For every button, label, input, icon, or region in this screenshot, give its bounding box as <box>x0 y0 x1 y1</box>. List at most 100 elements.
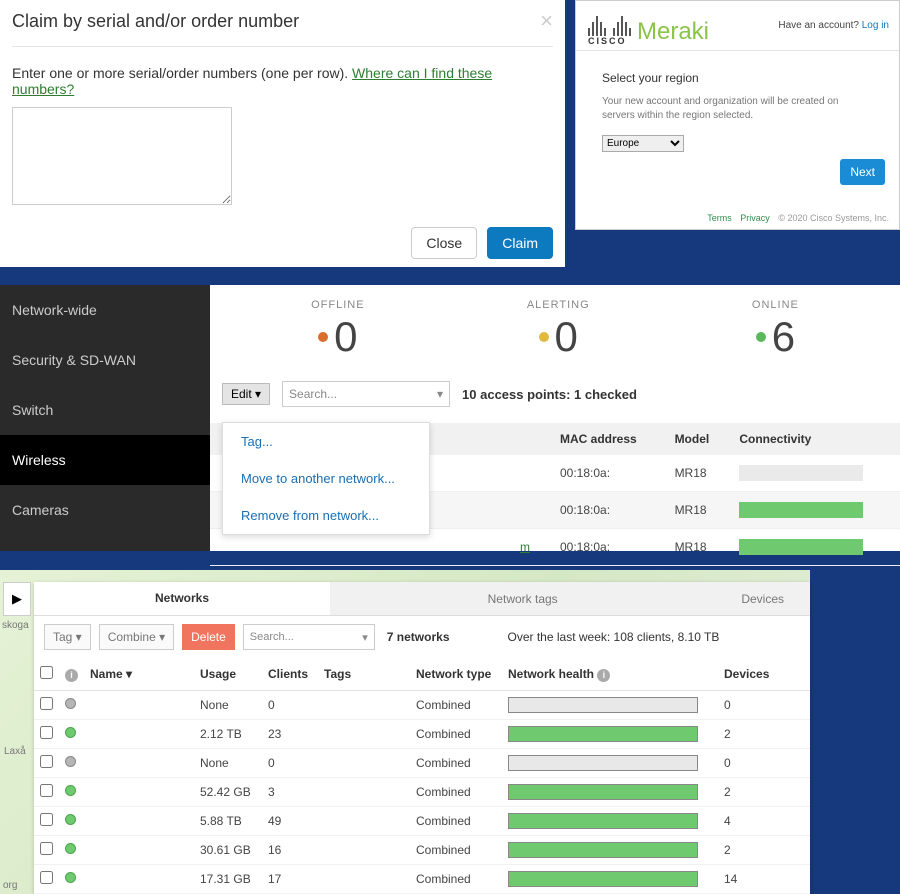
network-row[interactable]: 2.12 TB23Combined2 <box>34 720 810 749</box>
type-header[interactable]: Network type <box>410 658 502 691</box>
modal-prompt-text: Enter one or more serial/order numbers (… <box>12 65 352 81</box>
info-icon[interactable]: i <box>65 669 78 682</box>
health-bar <box>508 813 698 829</box>
row-checkbox[interactable] <box>40 784 53 797</box>
row-checkbox[interactable] <box>40 842 53 855</box>
devices-header[interactable]: Devices <box>718 658 810 691</box>
info-icon[interactable]: i <box>597 669 610 682</box>
online-label: ONLINE <box>752 299 799 311</box>
region-title: Select your region <box>602 71 873 85</box>
devices-cell: 2 <box>718 836 810 865</box>
tab-networks[interactable]: Networks <box>34 582 330 615</box>
network-count: 7 networks <box>387 630 450 644</box>
clients-header[interactable]: Clients <box>262 658 318 691</box>
clients-cell: 0 <box>262 691 318 720</box>
conn-header[interactable]: Connectivity <box>729 423 900 455</box>
select-all-checkbox[interactable] <box>40 666 53 679</box>
health-bar <box>508 842 698 858</box>
tag-button[interactable]: Tag ▾ <box>44 624 91 650</box>
network-row[interactable]: 52.42 GB3Combined2 <box>34 778 810 807</box>
edit-button[interactable]: Edit ▾ <box>222 383 270 405</box>
network-row[interactable]: 5.88 TB49Combined4 <box>34 807 810 836</box>
collapse-button[interactable]: ▶ <box>3 582 31 616</box>
alerting-label: ALERTING <box>527 299 590 311</box>
network-row[interactable]: 17.31 GB17Combined14 <box>34 865 810 894</box>
privacy-link[interactable]: Privacy <box>740 213 770 223</box>
tab-network-tags[interactable]: Network tags <box>330 582 715 615</box>
sidebar-item-cameras[interactable]: Cameras <box>0 485 210 535</box>
health-bar <box>508 726 698 742</box>
usage-header[interactable]: Usage <box>194 658 262 691</box>
mac-cell: 00:18:0a: <box>550 455 665 492</box>
mac-cell: 00:18:0a: <box>550 492 665 529</box>
close-button[interactable]: Close <box>411 227 477 259</box>
clients-cell: 49 <box>262 807 318 836</box>
online-value: 6 <box>772 313 795 361</box>
sidebar-item-switch[interactable]: Switch <box>0 385 210 435</box>
devices-cell: 0 <box>718 749 810 778</box>
row-checkbox[interactable] <box>40 871 53 884</box>
terms-link[interactable]: Terms <box>707 213 732 223</box>
sidebar-item-wireless[interactable]: Wireless <box>0 435 210 485</box>
alerting-dot-icon <box>539 332 549 342</box>
status-dot-icon <box>65 843 76 854</box>
region-panel: CISCO Meraki Have an account? Log in Sel… <box>575 0 900 230</box>
tab-devices[interactable]: Devices <box>715 582 810 615</box>
type-cell: Combined <box>410 836 502 865</box>
online-dot-icon <box>756 332 766 342</box>
tags-header[interactable]: Tags <box>318 658 410 691</box>
region-select[interactable]: Europe <box>602 135 684 152</box>
devices-cell: 2 <box>718 720 810 749</box>
dropdown-item[interactable]: Tag... <box>223 423 429 460</box>
model-cell: MR18 <box>665 492 730 529</box>
row-checkbox[interactable] <box>40 697 53 710</box>
serial-textarea[interactable] <box>12 107 232 205</box>
row-checkbox[interactable] <box>40 813 53 826</box>
name-header[interactable]: Name ▾ <box>84 658 194 691</box>
map-label: skoga <box>2 620 29 631</box>
modal-prompt: Enter one or more serial/order numbers (… <box>12 65 553 97</box>
claim-modal: Claim by serial and/or order number × En… <box>0 0 565 267</box>
sidebar: Network-wideSecurity & SD-WANSwitchWirel… <box>0 285 210 551</box>
edit-dropdown: Tag...Move to another network...Remove f… <box>222 422 430 535</box>
row-checkbox[interactable] <box>40 755 53 768</box>
delete-button[interactable]: Delete <box>182 624 235 650</box>
network-row[interactable]: None0Combined0 <box>34 749 810 778</box>
sidebar-item-security-sd-wan[interactable]: Security & SD-WAN <box>0 335 210 385</box>
type-cell: Combined <box>410 778 502 807</box>
login-link[interactable]: Log in <box>862 20 889 31</box>
cisco-text: CISCO <box>588 36 631 46</box>
cisco-icon <box>588 6 631 36</box>
offline-dot-icon <box>318 332 328 342</box>
ap-link[interactable]: m <box>520 540 530 554</box>
usage-cell: None <box>194 691 262 720</box>
claim-button[interactable]: Claim <box>487 227 553 259</box>
network-row[interactable]: 30.61 GB16Combined2 <box>34 836 810 865</box>
dropdown-item[interactable]: Remove from network... <box>223 497 429 534</box>
combine-button[interactable]: Combine ▾ <box>99 624 174 650</box>
map-label: Laxå <box>4 746 26 757</box>
status-dot-icon <box>65 785 76 796</box>
row-checkbox[interactable] <box>40 726 53 739</box>
next-button[interactable]: Next <box>840 159 885 185</box>
status-dot-icon <box>65 727 76 738</box>
usage-cell: 2.12 TB <box>194 720 262 749</box>
type-cell: Combined <box>410 865 502 894</box>
health-header[interactable]: Network health <box>508 667 594 681</box>
usage-cell: 17.31 GB <box>194 865 262 894</box>
close-icon[interactable]: × <box>540 10 553 32</box>
status-dot-icon <box>65 756 76 767</box>
mac-header[interactable]: MAC address <box>550 423 665 455</box>
sidebar-item-network-wide[interactable]: Network-wide <box>0 285 210 335</box>
map-label: org <box>3 880 17 891</box>
dropdown-item[interactable]: Move to another network... <box>223 460 429 497</box>
networks-search-input[interactable]: Search... ▾ <box>243 624 375 650</box>
caret-down-icon: ▾ <box>437 387 443 401</box>
type-cell: Combined <box>410 720 502 749</box>
search-input[interactable]: Search... ▾ <box>282 381 450 407</box>
network-row[interactable]: None0Combined0 <box>34 691 810 720</box>
usage-cell: 52.42 GB <box>194 778 262 807</box>
networks-panel: skoga Laxå org ▶ Networks Network tags D… <box>0 570 810 894</box>
model-header[interactable]: Model <box>665 423 730 455</box>
status-dot-icon <box>65 872 76 883</box>
